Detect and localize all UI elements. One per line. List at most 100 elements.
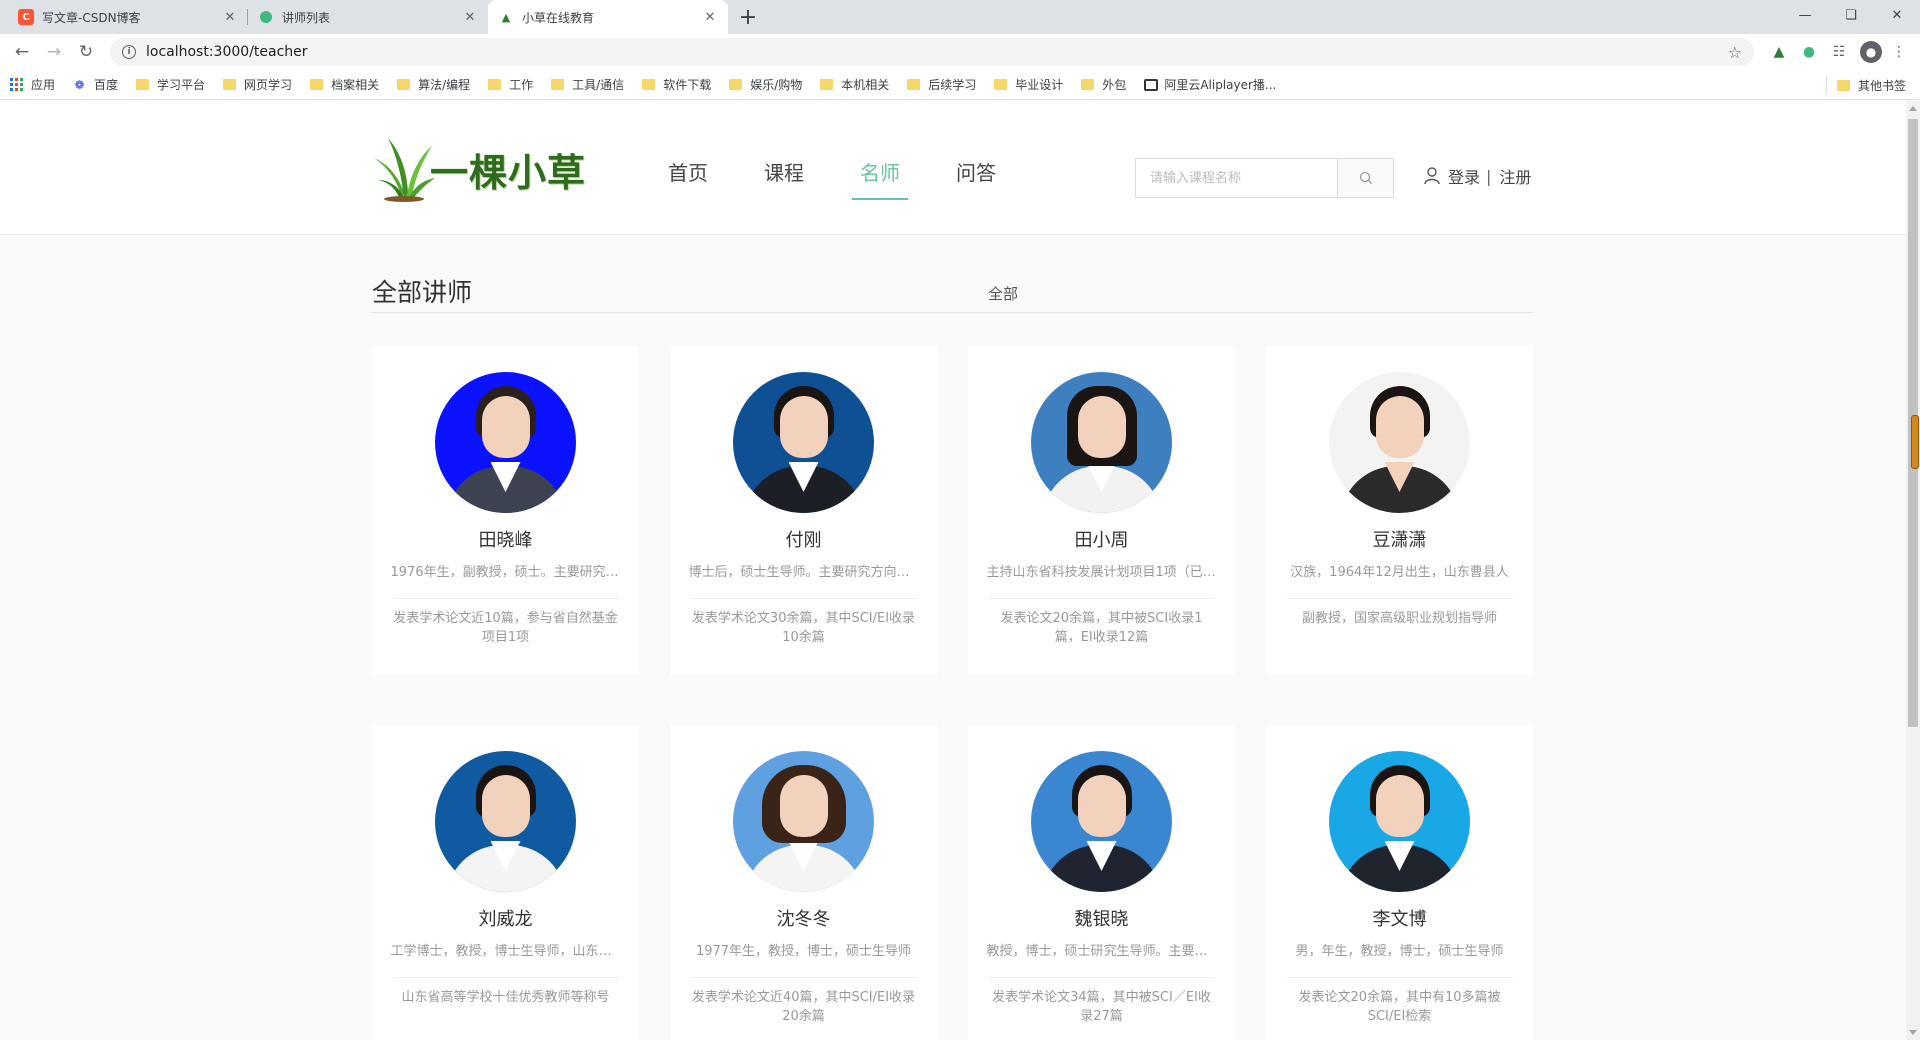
scroll-down-arrow-icon[interactable]	[1909, 1030, 1917, 1035]
bookmark-label: 阿里云Aliplayer播...	[1164, 78, 1277, 92]
teacher-card[interactable]: 豆潇潇 汉族，1964年12月出生，山东曹县人 副教授，国家高级职业规划指导师	[1266, 346, 1533, 675]
bookmark-label: 外包	[1102, 78, 1127, 92]
search-icon	[1359, 171, 1372, 184]
menu-kebab-icon[interactable]: ⋮	[1886, 39, 1912, 65]
page-scrollbar[interactable]	[1906, 101, 1920, 1040]
bookmark-folder[interactable]: 毕业设计	[994, 76, 1063, 93]
site-info-icon[interactable]: i	[122, 45, 136, 59]
bookmark-folder[interactable]: 本机相关	[820, 76, 889, 93]
teacher-avatar[interactable]	[733, 751, 874, 892]
teacher-avatar[interactable]	[435, 372, 576, 513]
vue-devtools-icon[interactable]: ●	[1796, 39, 1822, 65]
teacher-avatar[interactable]	[733, 372, 874, 513]
site-logo[interactable]: 一棵小草	[372, 136, 586, 202]
user-icon	[1424, 167, 1440, 185]
bookmark-label: 应用	[31, 78, 56, 92]
bookmark-folder[interactable]: 算法/编程	[397, 76, 470, 93]
folder-icon	[136, 79, 150, 90]
nav-qa[interactable]: 问答	[948, 157, 1004, 200]
bookmark-folder[interactable]: 工具/通信	[551, 76, 624, 93]
teacher-name[interactable]: 田小周	[968, 526, 1235, 552]
teacher-name[interactable]: 沈冬冬	[670, 905, 937, 931]
profile-avatar-icon[interactable]: ●	[1860, 41, 1882, 63]
bookmark-folder[interactable]: 后续学习	[907, 76, 976, 93]
bookmark-label: 本机相关	[841, 78, 890, 92]
reload-icon[interactable]: ↻	[72, 38, 100, 66]
teacher-career: 发表学术论文30余篇，其中SCI/EI收录10余篇	[691, 611, 916, 645]
teacher-card[interactable]: 田晓峰 1976年生，副教授，硕士。主要研究方向为数据挖掘等 发表学术论文近10…	[372, 346, 639, 675]
baidu-paw-icon: ❁	[74, 77, 85, 92]
teacher-intro: 1977年生，教授，博士，硕士生导师	[695, 944, 912, 959]
nav-courses[interactable]: 课程	[756, 157, 812, 200]
close-tab-icon[interactable]: ✕	[462, 10, 478, 25]
bookmark-folder[interactable]: 软件下载	[642, 76, 711, 93]
teacher-name[interactable]: 李文博	[1266, 905, 1533, 931]
search-input[interactable]	[1136, 159, 1337, 197]
close-window-icon[interactable]: ✕	[1874, 0, 1920, 30]
browser-tab-active[interactable]: ▲ 小草在线教育 ✕	[488, 0, 728, 34]
bookmark-aliyun[interactable]: 阿里云Aliplayer播...	[1144, 76, 1276, 93]
teacher-name[interactable]: 田晓峰	[372, 526, 639, 552]
teacher-card[interactable]: 刘威龙 工学博士，教授，博士生导师，山东省人才 山东省高等学校十佳优秀教师等称号	[372, 725, 639, 1040]
user-links: 登录 | 注册	[1424, 164, 1531, 188]
scroll-up-arrow-icon[interactable]	[1909, 106, 1917, 111]
register-link[interactable]: 注册	[1499, 164, 1531, 188]
bookmark-label: 算法/编程	[418, 78, 471, 92]
teacher-name[interactable]: 刘威龙	[372, 905, 639, 931]
filter-all[interactable]: 全部	[988, 283, 1018, 304]
teacher-avatar[interactable]	[1329, 372, 1470, 513]
csdn-favicon-icon: C	[18, 9, 34, 25]
teacher-card[interactable]: 李文博 男，年生，教授，博士，硕士生导师 发表论文20余篇，其中有10多篇被SC…	[1266, 725, 1533, 1040]
teacher-name[interactable]: 付刚	[670, 526, 937, 552]
bookmark-folder[interactable]: 学习平台	[136, 76, 205, 93]
bookmark-folder[interactable]: 外包	[1081, 76, 1126, 93]
bookmark-folder[interactable]: 档案相关	[310, 76, 379, 93]
teacher-avatar[interactable]	[1329, 751, 1470, 892]
close-tab-icon[interactable]: ✕	[222, 10, 238, 25]
extension-triangle-icon[interactable]: ▲	[1766, 39, 1792, 65]
address-bar[interactable]: i localhost:3000/teacher ☆	[110, 38, 1754, 66]
floating-side-tab[interactable]	[1911, 415, 1919, 469]
page-title: 全部讲师	[372, 278, 473, 307]
search-button[interactable]	[1337, 159, 1393, 197]
url-text[interactable]: localhost:3000/teacher	[146, 44, 1728, 60]
other-bookmarks[interactable]: 其他书签	[1826, 70, 1906, 100]
folder-icon	[223, 79, 237, 90]
close-tab-icon[interactable]: ✕	[702, 10, 718, 25]
teacher-avatar[interactable]	[1031, 372, 1172, 513]
bookmark-baidu[interactable]: ❁ 百度	[73, 76, 118, 93]
bookmark-folder[interactable]: 工作	[488, 76, 533, 93]
bookmark-folder[interactable]: 网页学习	[223, 76, 292, 93]
bookmarks-bar: 应用 ❁ 百度 学习平台 网页学习 档案相关 算法/编程 工作 工具/通信 软件…	[0, 70, 1920, 100]
browser-tab[interactable]: 讲师列表 ✕	[248, 0, 488, 34]
tab-title: 写文章-CSDN博客	[42, 10, 141, 25]
extensions-puzzle-icon[interactable]: ☷	[1826, 39, 1852, 65]
login-link[interactable]: 登录	[1448, 164, 1480, 188]
teacher-card[interactable]: 魏银晓 教授，博士，硕士研究生导师。主要研究方向 发表学术论文34篇，其中被SC…	[968, 725, 1235, 1040]
bookmark-star-icon[interactable]: ☆	[1728, 43, 1742, 62]
bookmark-label: 档案相关	[331, 78, 380, 92]
back-arrow-icon[interactable]: ←	[8, 38, 36, 66]
teacher-name[interactable]: 豆潇潇	[1266, 526, 1533, 552]
nav-teachers[interactable]: 名师	[852, 157, 908, 200]
teacher-avatar[interactable]	[435, 751, 576, 892]
minimize-icon[interactable]: —	[1782, 0, 1828, 30]
restore-icon[interactable]: ❏	[1828, 0, 1874, 30]
section-header: 全部讲师 全部	[372, 273, 1532, 313]
other-bookmarks-label: 其他书签	[1857, 78, 1906, 93]
bookmark-label: 娱乐/购物	[750, 78, 803, 92]
browser-tab[interactable]: C 写文章-CSDN博客 ✕	[8, 0, 248, 34]
teacher-card[interactable]: 付刚 博士后，硕士生导师。主要研究方向为图像处理等 发表学术论文30余篇，其中S…	[670, 346, 937, 675]
nav-home[interactable]: 首页	[660, 157, 716, 200]
teacher-name[interactable]: 魏银晓	[968, 905, 1235, 931]
teacher-avatar[interactable]	[1031, 751, 1172, 892]
bookmark-apps[interactable]: 应用	[10, 76, 55, 93]
teacher-card[interactable]: 田小周 主持山东省科技发展计划项目1项（已结题） 发表论文20余篇，其中被SCI…	[968, 346, 1235, 675]
folder-icon	[488, 79, 502, 90]
browser-toolbar: ← → ↻ i localhost:3000/teacher ☆ ▲ ● ☷ ●…	[0, 34, 1920, 70]
teacher-card[interactable]: 沈冬冬 1977年生，教授，博士，硕士生导师 发表学术论文近40篇，其中SCI/…	[670, 725, 937, 1040]
new-tab-button[interactable]: +	[734, 3, 762, 31]
teacher-intro: 主持山东省科技发展计划项目1项（已结题）	[986, 565, 1217, 580]
bookmark-folder[interactable]: 娱乐/购物	[729, 76, 802, 93]
forward-arrow-icon[interactable]: →	[40, 38, 68, 66]
